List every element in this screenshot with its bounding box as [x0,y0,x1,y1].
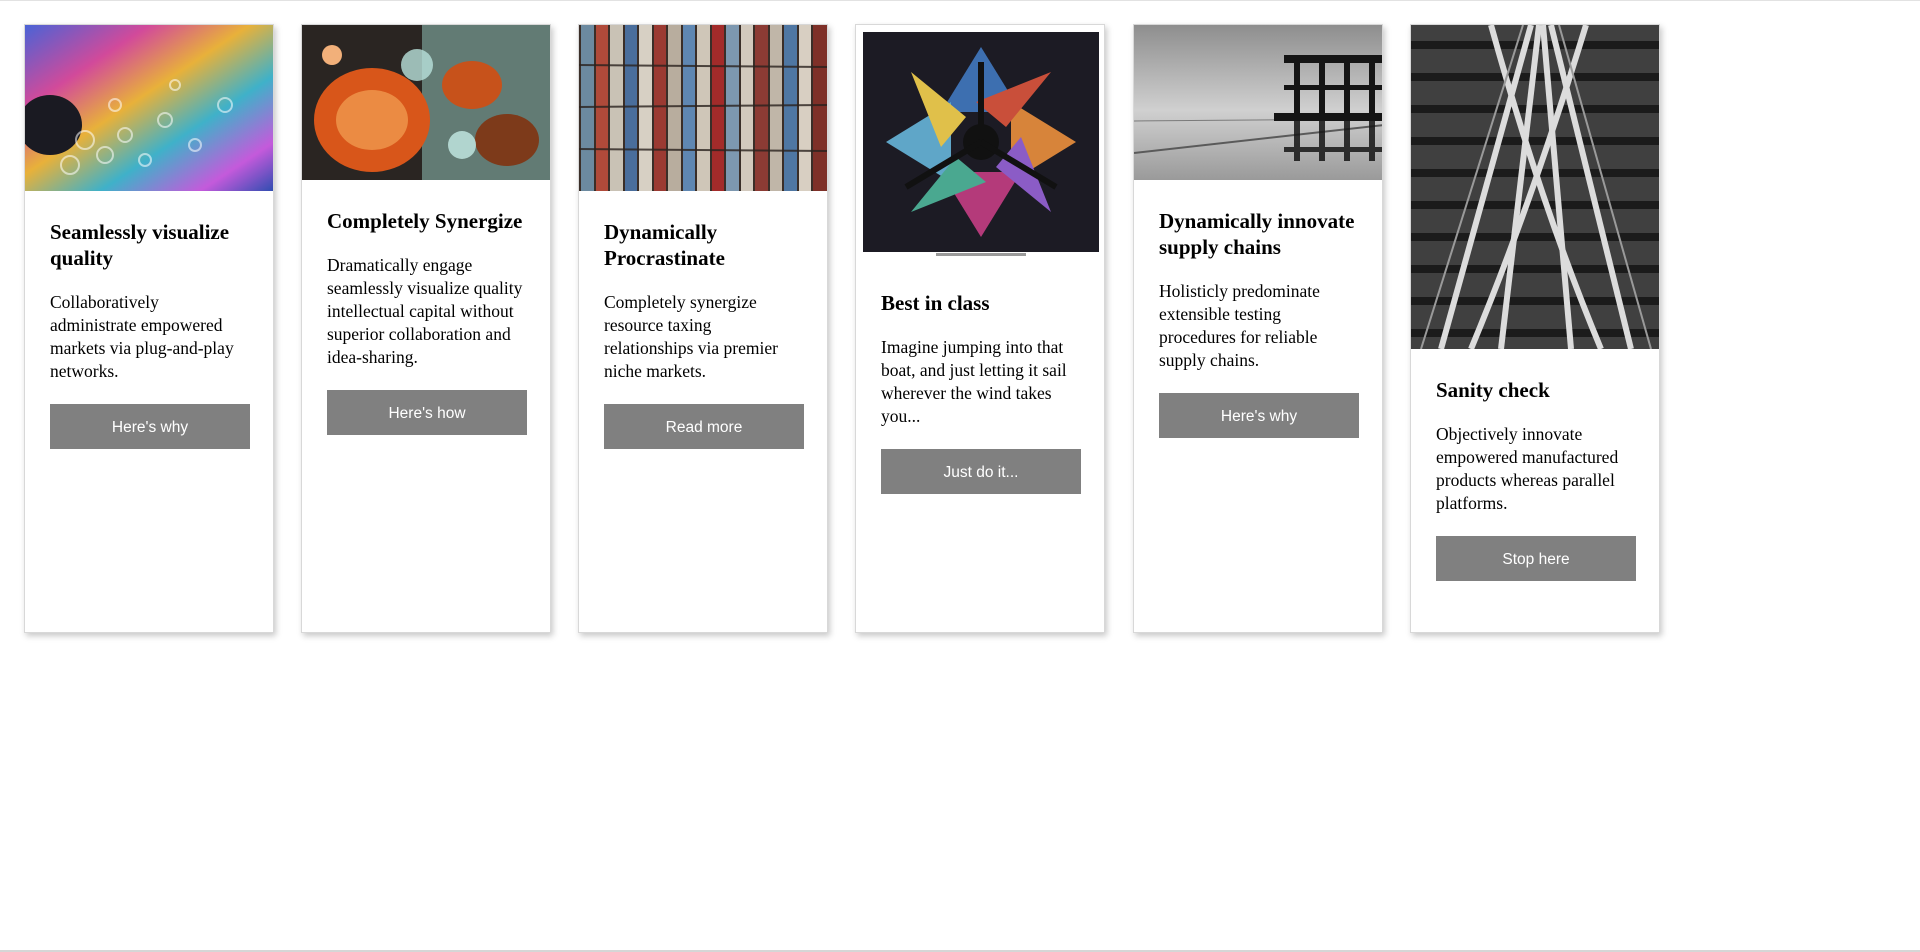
heres-why-button[interactable]: Here's why [50,404,250,449]
oil-slick-image [25,25,273,191]
card-text: Dramatically engage seamlessly visualize… [327,255,523,367]
card-4: Best in class Imagine jumping into that … [855,24,1105,633]
card-3: Dynamically Procrastinate Completely syn… [578,24,828,633]
card-text: Completely synergize resource taxing rel… [604,292,778,381]
kaleidoscope-image [856,25,1104,262]
card-text: Objectively innovate empowered manufactu… [1436,424,1619,513]
oil-bubbles-image [302,25,550,180]
card-text: Holisticly predominate extensible testin… [1159,281,1320,370]
read-more-button[interactable]: Read more [604,404,804,449]
heres-how-button[interactable]: Here's how [327,390,527,435]
card-2: Completely Synergize Dramatically engage… [301,24,551,633]
card-title: Dynamically innovate supply chains [1159,209,1355,259]
card-6: Sanity check Objectively innovate empowe… [1410,24,1660,633]
stop-here-button[interactable]: Stop here [1436,536,1636,581]
card-title: Completely Synergize [327,209,523,233]
card-title: Seamlessly visualize quality [50,220,230,270]
just-do-it-button[interactable]: Just do it... [881,449,1081,494]
card-title: Dynamically Procrastinate [604,220,725,270]
card-text: Collaboratively administrate empowered m… [50,292,234,381]
card-5: Dynamically innovate supply chains Holis… [1133,24,1383,633]
card-title: Best in class [881,291,990,315]
top-border [0,0,1920,1]
stacked-bricks-image [579,25,827,191]
pier-reflection-image [1134,25,1382,180]
card-text: Imagine jumping into that boat, and just… [881,337,1067,426]
card-1: Seamlessly visualize quality Collaborati… [24,24,274,633]
railway-tracks-image [1411,25,1659,349]
heres-why-button[interactable]: Here's why [1159,393,1359,438]
card-title: Sanity check [1436,378,1550,402]
